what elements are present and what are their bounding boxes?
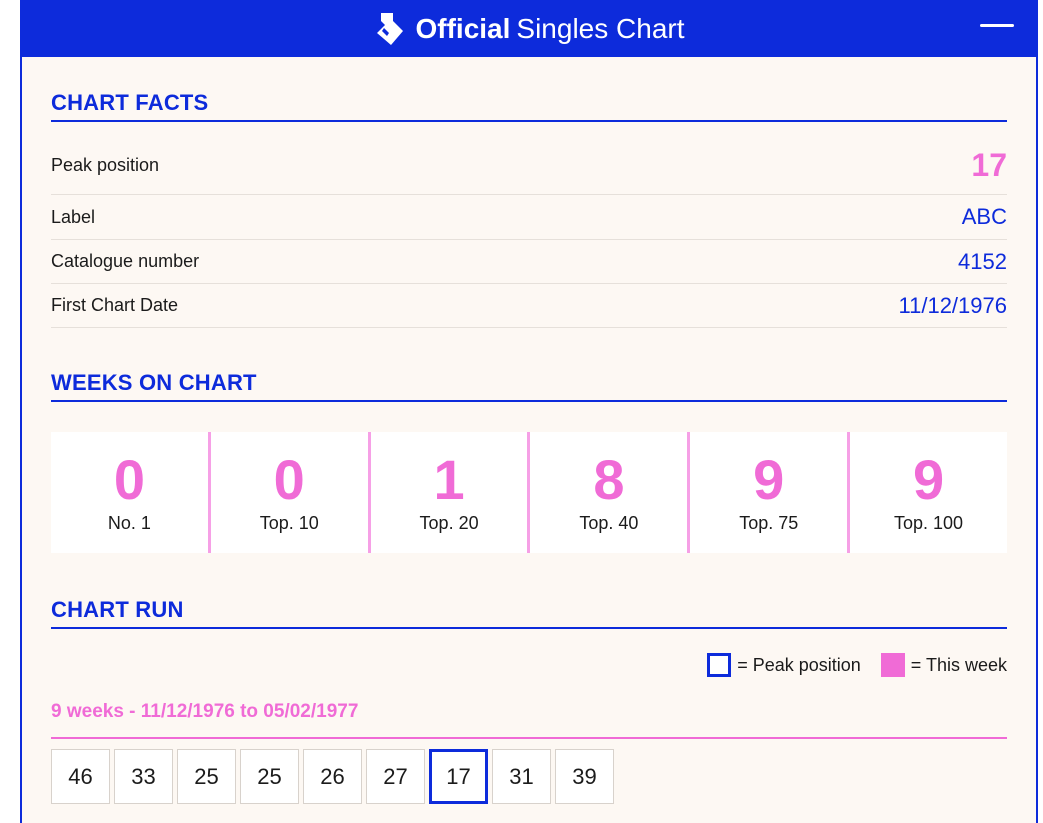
fact-label: Label xyxy=(51,206,96,227)
brand-light: Singles Chart xyxy=(516,12,685,44)
chart-run-week: 31 xyxy=(492,749,551,804)
chart-run-week: 39 xyxy=(555,749,614,804)
fact-row-catalogue: Catalogue number 4152 xyxy=(51,240,1007,284)
weeks-label: No. 1 xyxy=(107,513,151,533)
weeks-count: 0 xyxy=(273,448,305,511)
peak-swatch-icon xyxy=(707,653,732,677)
fact-row-peak: Peak position 17 xyxy=(51,136,1007,195)
top-bar: Official Singles Chart xyxy=(22,0,1036,57)
weeks-count: 9 xyxy=(912,448,945,511)
menu-icon[interactable] xyxy=(980,20,1014,38)
chart-run-week: 25 xyxy=(240,749,299,804)
weeks-cell-top100: 9 Top. 100 xyxy=(850,432,1007,553)
official-logo-icon xyxy=(377,12,404,45)
weeks-grid: 0 No. 1 0 Top. 10 1 Top. 20 8 Top. 40 9 … xyxy=(51,432,1007,553)
chart-run-week-peak: 17 xyxy=(429,749,488,804)
fact-value-label[interactable]: ABC xyxy=(962,204,1007,230)
weeks-count: 8 xyxy=(593,448,625,511)
chart-run-week: 46 xyxy=(51,749,110,804)
chart-run-week: 26 xyxy=(303,749,362,804)
weeks-count: 9 xyxy=(753,448,785,511)
legend-week-label: = This week xyxy=(910,654,1007,675)
weeks-label: Top. 10 xyxy=(259,513,319,533)
weeks-count: 0 xyxy=(113,448,145,511)
chart-run-positions: 46 33 25 25 26 27 17 31 39 xyxy=(51,749,1007,804)
chart-run-summary: 9 weeks - 11/12/1976 to 05/02/1977 xyxy=(51,701,1007,739)
fact-label: First Chart Date xyxy=(51,295,179,315)
weeks-cell-no1: 0 No. 1 xyxy=(51,432,211,553)
weeks-cell-top10: 0 Top. 10 xyxy=(211,432,371,553)
chart-run-week: 25 xyxy=(177,749,236,804)
fact-label: Peak position xyxy=(51,154,160,175)
fact-row-first-date: First Chart Date 11/12/1976 xyxy=(51,284,1007,328)
chart-run-week: 33 xyxy=(114,749,173,804)
weeks-cell-top75: 9 Top. 75 xyxy=(690,432,851,553)
weeks-label: Top. 20 xyxy=(419,513,479,533)
chart-run-week: 27 xyxy=(366,749,425,804)
weeks-label: Top. 100 xyxy=(894,513,964,533)
this-week-swatch-icon xyxy=(880,653,905,677)
weeks-cell-top40: 8 Top. 40 xyxy=(530,432,691,553)
chart-facts-list: Peak position 17 Label ABC Catalogue num… xyxy=(51,136,1007,328)
legend-peak-label: = Peak position xyxy=(737,654,861,675)
fact-value-first-date: 11/12/1976 xyxy=(898,292,1007,318)
fact-row-label: Label ABC xyxy=(51,195,1007,240)
weeks-label: Top. 75 xyxy=(739,513,799,533)
chart-run-heading: CHART RUN xyxy=(51,597,1007,629)
weeks-on-chart-heading: WEEKS ON CHART xyxy=(51,370,1007,402)
weeks-count: 1 xyxy=(433,448,465,511)
chart-panel: Official Singles Chart CHART FACTS Peak … xyxy=(20,0,1038,823)
weeks-label: Top. 40 xyxy=(579,513,639,533)
fact-label: Catalogue number xyxy=(51,251,200,271)
fact-value-peak: 17 xyxy=(971,146,1007,183)
brand-logo[interactable]: Official Singles Chart xyxy=(373,11,685,47)
fact-value-catalogue: 4152 xyxy=(958,248,1007,274)
content: CHART FACTS Peak position 17 Label ABC C… xyxy=(51,57,1007,804)
weeks-cell-top20: 1 Top. 20 xyxy=(371,432,531,553)
chart-run-legend: = Peak position = This week xyxy=(51,653,1007,677)
chart-facts-heading: CHART FACTS xyxy=(51,90,1007,122)
brand-bold: Official xyxy=(415,12,511,44)
